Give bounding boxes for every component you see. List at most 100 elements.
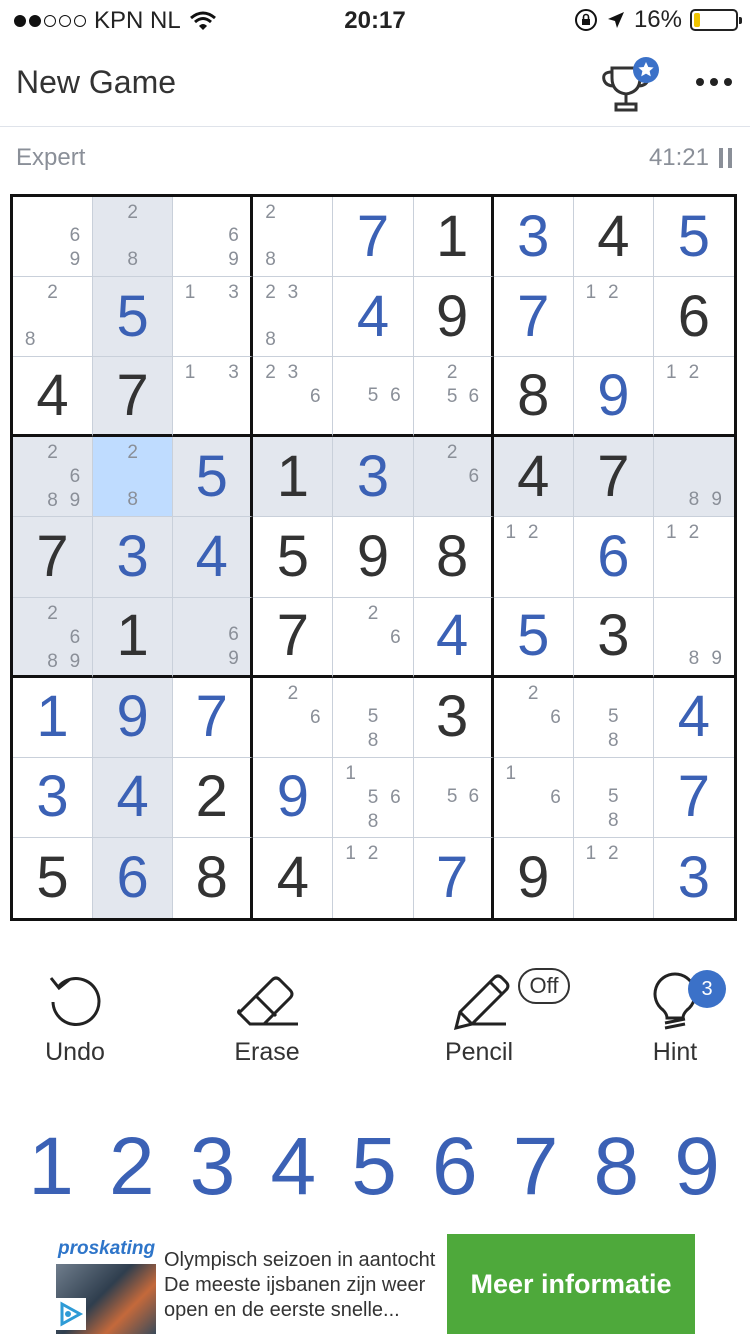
board-cell[interactable]: 3 [93, 517, 174, 598]
board-cell[interactable]: 6 [93, 837, 174, 918]
erase-button[interactable]: Erase [202, 968, 332, 1067]
board-cell[interactable]: 28 [93, 197, 174, 278]
board-cell[interactable]: 2689 [13, 437, 94, 518]
board-cell[interactable]: 5 [253, 517, 334, 598]
board-cell[interactable]: 12 [653, 517, 734, 598]
board-cell[interactable]: 8 [413, 517, 494, 598]
board-cell[interactable]: 58 [333, 677, 414, 758]
board-cell[interactable]: 3 [493, 197, 574, 278]
numpad-key[interactable]: 8 [577, 1126, 655, 1208]
pencil-state-badge[interactable]: Off [518, 968, 570, 1004]
board-cell[interactable]: 3 [573, 597, 654, 678]
board-cell[interactable]: 9 [253, 757, 334, 838]
board-cell[interactable]: 56 [413, 757, 494, 838]
trophy-star-icon[interactable] [598, 54, 662, 118]
board-cell[interactable]: 4 [413, 597, 494, 678]
board-cell[interactable]: 2 [173, 757, 254, 838]
board-cell[interactable]: 1 [413, 197, 494, 278]
board-cell[interactable]: 16 [493, 757, 574, 838]
numpad-key[interactable]: 7 [497, 1126, 575, 1208]
board-cell[interactable]: 9 [93, 677, 174, 758]
board-cell[interactable]: 5 [493, 597, 574, 678]
board-cell[interactable]: 3 [654, 838, 734, 918]
board-cell[interactable]: 7 [13, 517, 94, 598]
ad-cta-button[interactable]: Meer informatie [447, 1234, 695, 1334]
ad-choices-icon[interactable] [56, 1298, 86, 1330]
board-cell[interactable]: 28 [13, 277, 94, 358]
board-cell[interactable]: 5 [173, 437, 254, 518]
board-cell[interactable]: 12 [574, 837, 654, 918]
board-cell[interactable]: 3 [333, 437, 414, 518]
numpad-key[interactable]: 6 [416, 1126, 494, 1208]
board-cell[interactable]: 236 [253, 357, 334, 438]
board-cell[interactable]: 7 [573, 437, 654, 518]
board-cell[interactable]: 2689 [13, 597, 94, 678]
undo-button[interactable]: Undo [10, 968, 140, 1067]
board-cell[interactable]: 12 [493, 517, 574, 598]
board-cell[interactable]: 4 [333, 277, 414, 358]
board-cell[interactable]: 4 [253, 837, 334, 918]
ad-banner[interactable]: proskating Olympisch seizoen in aantocht… [0, 1232, 750, 1334]
board-cell[interactable]: 12 [333, 837, 414, 918]
board-cell[interactable]: 56 [333, 357, 414, 438]
board-cell[interactable]: 28 [253, 197, 334, 278]
board-cell[interactable]: 9 [494, 837, 574, 918]
board-cell[interactable]: 1 [13, 677, 94, 758]
board-cell[interactable]: 7 [493, 277, 574, 358]
board-cell[interactable]: 69 [13, 197, 94, 278]
board-cell[interactable]: 89 [653, 598, 734, 678]
board-cell[interactable]: 9 [573, 357, 654, 438]
more-dots-icon[interactable] [690, 62, 738, 102]
board-cell[interactable]: 5 [13, 837, 94, 918]
board-cell[interactable]: 4 [173, 517, 254, 598]
board-cell[interactable]: 4 [653, 678, 734, 758]
board-cell[interactable]: 6 [573, 517, 654, 598]
board-cell[interactable]: 5 [653, 197, 734, 278]
board-cell[interactable]: 4 [573, 197, 654, 278]
board-cell[interactable]: 28 [93, 437, 174, 518]
board-cell[interactable]: 3 [413, 677, 494, 758]
board-cell[interactable]: 4 [493, 437, 574, 518]
board-cell[interactable]: 7 [333, 197, 414, 278]
numpad-key[interactable]: 2 [93, 1126, 171, 1208]
board-cell[interactable]: 7 [414, 837, 494, 918]
board-cell[interactable]: 9 [333, 517, 414, 598]
board-cell[interactable]: 69 [173, 597, 254, 678]
board-cell[interactable]: 58 [573, 757, 654, 838]
board-cell[interactable]: 26 [253, 677, 334, 758]
board-cell[interactable]: 7 [173, 677, 254, 758]
board-cell[interactable]: 89 [653, 437, 734, 518]
board-cell[interactable]: 26 [413, 437, 494, 518]
board-cell[interactable]: 58 [573, 677, 654, 758]
board-cell[interactable]: 4 [13, 357, 94, 438]
board-cell[interactable]: 256 [413, 357, 494, 438]
board-cell[interactable]: 13 [173, 277, 254, 358]
board-cell[interactable]: 26 [493, 677, 574, 758]
board-cell[interactable]: 12 [653, 357, 734, 438]
board-cell[interactable]: 3 [13, 757, 94, 838]
board-cell[interactable]: 6 [653, 277, 734, 358]
board-cell[interactable]: 13 [173, 357, 254, 438]
board-cell[interactable]: 23 8 [253, 277, 334, 358]
numpad-key[interactable]: 9 [658, 1126, 736, 1208]
board-cell[interactable]: 69 [173, 197, 254, 278]
board-cell[interactable]: 7 [93, 357, 174, 438]
numpad-key[interactable]: 3 [174, 1126, 252, 1208]
board-cell[interactable]: 7 [653, 758, 734, 838]
numpad-key[interactable]: 5 [335, 1126, 413, 1208]
board-cell[interactable]: 12 [573, 277, 654, 358]
board-cell[interactable]: 8 [173, 837, 254, 918]
board-cell[interactable]: 1568 [333, 757, 414, 838]
board-cell[interactable]: 7 [253, 597, 334, 678]
board-cell[interactable]: 1 [253, 437, 334, 518]
board-cell[interactable]: 26 [333, 597, 414, 678]
numpad-key[interactable]: 4 [254, 1126, 332, 1208]
board-cell[interactable]: 8 [493, 357, 574, 438]
board-cell[interactable]: 1 [93, 597, 174, 678]
board-cell[interactable]: 4 [93, 757, 174, 838]
pause-icon[interactable] [719, 148, 732, 168]
board-cell[interactable]: 9 [413, 277, 494, 358]
timer-group[interactable]: 41:21 [649, 144, 732, 172]
numpad-key[interactable]: 1 [12, 1126, 90, 1208]
board-cell[interactable]: 5 [93, 277, 174, 358]
